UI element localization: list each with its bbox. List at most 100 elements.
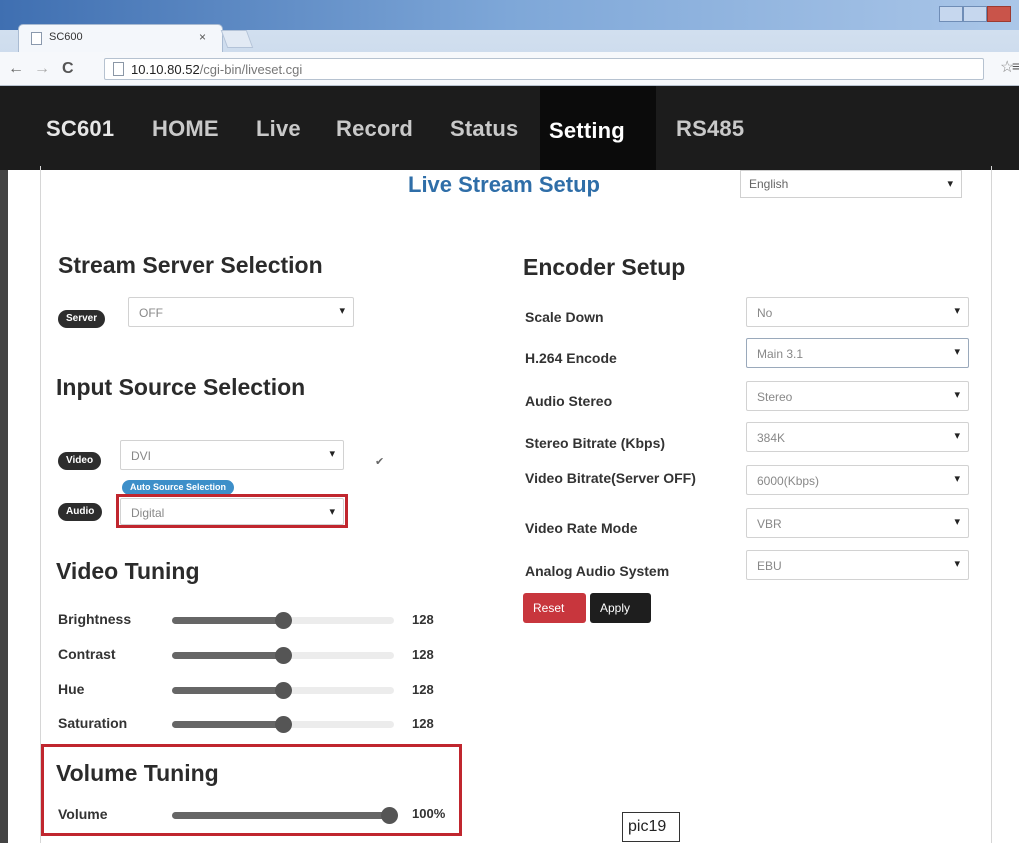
page-title: Live Stream Setup <box>408 172 600 197</box>
video-pill: Video <box>58 452 102 470</box>
slider-fill <box>172 617 283 624</box>
nav-setting[interactable]: Setting <box>549 118 625 144</box>
url-text: 10.10.80.52/cgi-bin/liveset.cgi <box>131 62 303 77</box>
language-value: English <box>749 177 789 191</box>
encoder-setup-heading: Encoder Setup <box>523 254 686 280</box>
slider-thumb[interactable] <box>275 647 292 664</box>
address-bar[interactable]: 10.10.80.52/cgi-bin/liveset.cgi <box>104 58 984 80</box>
slider-fill <box>172 721 283 728</box>
video-bitrate-value: 6000(Kbps) <box>757 474 820 488</box>
audio-pill: Audio <box>58 503 103 521</box>
contrast-value: 128 <box>412 647 434 662</box>
audio-stereo-value: Stereo <box>757 390 793 404</box>
chevron-down-icon: ▾ <box>947 178 953 190</box>
minimize-button[interactable] <box>939 6 963 22</box>
chevron-down-icon: ▾ <box>954 430 960 442</box>
hue-label: Hue <box>58 681 85 697</box>
nav-home[interactable]: HOME <box>152 116 219 142</box>
scale-down-label: Scale Down <box>525 309 604 325</box>
audio-stereo-label: Audio Stereo <box>525 393 613 409</box>
brightness-slider[interactable] <box>172 612 394 629</box>
brand-link[interactable]: SC601 <box>46 116 114 142</box>
brightness-value: 128 <box>412 612 434 627</box>
video-bitrate-select[interactable]: 6000(Kbps) ▾ <box>746 465 969 495</box>
slider-thumb[interactable] <box>275 716 292 733</box>
slider-thumb[interactable] <box>275 682 292 699</box>
left-frame-edge <box>0 170 8 843</box>
volume-label: Volume <box>58 806 108 822</box>
maximize-button[interactable] <box>963 6 987 22</box>
apply-button[interactable]: Apply <box>590 593 651 623</box>
server-select[interactable]: OFF ▾ <box>128 297 354 327</box>
audio-stereo-select[interactable]: Stereo ▾ <box>746 381 969 411</box>
stream-server-heading: Stream Server Selection <box>58 252 323 278</box>
browser-chrome: SC600 × ← → C 10.10.80.52/cgi-bin/livese… <box>0 0 1019 86</box>
slider-thumb[interactable] <box>381 807 398 824</box>
forward-icon[interactable]: → <box>34 60 50 78</box>
audio-highlight-box <box>116 494 348 528</box>
auto-source-checkbox[interactable]: ✔ <box>375 455 384 468</box>
volume-value: 100% <box>412 806 446 821</box>
chevron-down-icon: ▾ <box>954 516 960 528</box>
video-rate-mode-label: Video Rate Mode <box>525 520 638 536</box>
close-tab-icon[interactable]: × <box>199 30 206 44</box>
nav-status[interactable]: Status <box>450 116 518 142</box>
volume-highlight-box <box>41 744 462 836</box>
nav-rs485[interactable]: RS485 <box>676 116 744 142</box>
stereo-bitrate-value: 384K <box>757 431 786 445</box>
hue-slider[interactable] <box>172 682 394 699</box>
slider-fill <box>172 652 283 659</box>
video-rate-mode-value: VBR <box>757 517 782 531</box>
saturation-label: Saturation <box>58 715 128 731</box>
volume-tuning-heading: Volume Tuning <box>56 760 219 786</box>
chevron-down-icon: ▾ <box>954 305 960 317</box>
volume-slider[interactable] <box>172 807 398 824</box>
chevron-down-icon: ▾ <box>954 389 960 401</box>
language-select[interactable]: English ▾ <box>740 170 962 198</box>
chevron-down-icon: ▾ <box>954 558 960 570</box>
h264-encode-label: H.264 Encode <box>525 350 617 366</box>
contrast-slider[interactable] <box>172 647 394 664</box>
chevron-down-icon: ▾ <box>339 305 345 317</box>
nav-live[interactable]: Live <box>256 116 301 142</box>
reset-button[interactable]: Reset <box>523 593 586 623</box>
chevron-down-icon: ▾ <box>954 473 960 485</box>
analog-audio-value: EBU <box>757 559 782 573</box>
slider-fill <box>172 687 283 694</box>
scale-down-select[interactable]: No ▾ <box>746 297 969 327</box>
back-icon[interactable]: ← <box>8 60 24 78</box>
saturation-value: 128 <box>412 716 434 731</box>
input-source-heading: Input Source Selection <box>56 374 306 400</box>
page-icon <box>31 32 42 45</box>
slider-thumb[interactable] <box>275 612 292 629</box>
window-controls <box>939 6 1011 22</box>
chevron-down-icon: ▾ <box>329 448 335 460</box>
saturation-slider[interactable] <box>172 716 394 733</box>
video-bitrate-label: Video Bitrate(Server OFF) <box>525 470 696 486</box>
auto-source-pill: Auto Source Selection <box>122 480 235 495</box>
site-navbar: SC601 HOME Live Record Status Setting RS… <box>0 86 1019 170</box>
video-rate-mode-select[interactable]: VBR ▾ <box>746 508 969 538</box>
video-source-select[interactable]: DVI ▾ <box>120 440 344 470</box>
chevron-down-icon: ▾ <box>954 346 960 358</box>
h264-encode-select[interactable]: Main 3.1 ▾ <box>746 338 969 368</box>
browser-tab[interactable]: SC600 × <box>18 24 223 52</box>
picture-caption: pic19 <box>622 812 680 842</box>
stereo-bitrate-select[interactable]: 384K ▾ <box>746 422 969 452</box>
video-tuning-heading: Video Tuning <box>56 558 200 584</box>
browser-menu-icon[interactable]: ≡ <box>1012 58 1019 74</box>
slider-fill <box>172 812 390 819</box>
tab-title: SC600 <box>49 31 83 43</box>
new-tab-button[interactable] <box>220 30 254 48</box>
hue-value: 128 <box>412 682 434 697</box>
scale-down-value: No <box>757 306 773 320</box>
close-window-button[interactable] <box>987 6 1011 22</box>
nav-record[interactable]: Record <box>336 116 413 142</box>
analog-audio-select[interactable]: EBU ▾ <box>746 550 969 580</box>
server-pill: Server <box>58 310 106 328</box>
stereo-bitrate-label: Stereo Bitrate (Kbps) <box>525 435 666 451</box>
contrast-label: Contrast <box>58 646 116 662</box>
reload-icon[interactable]: C <box>62 60 74 78</box>
h264-encode-value: Main 3.1 <box>757 347 804 361</box>
server-value: OFF <box>139 306 163 320</box>
